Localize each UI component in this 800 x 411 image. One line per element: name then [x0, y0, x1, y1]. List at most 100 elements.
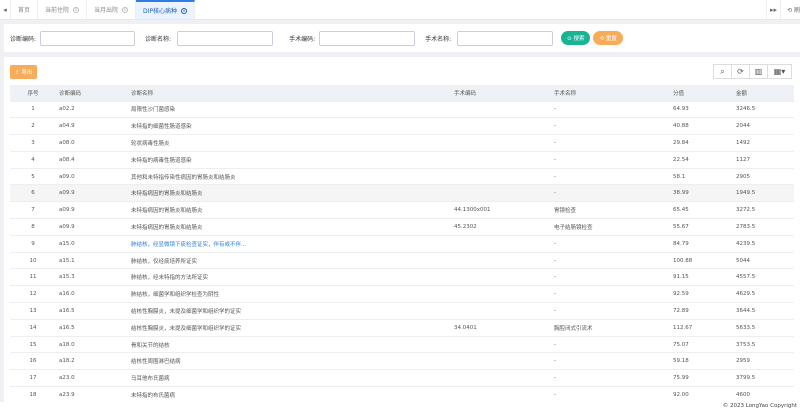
- table-body: 1 a02.2 局限性沙门菌感染 -64.93 3246.5 2 a04.9 未特指的细菌性肠…: [10, 100, 794, 402]
- table-cell-dcode: a15.3: [56, 268, 128, 286]
- table-cell-ocode: [451, 302, 551, 320]
- tab-scroll-right-button[interactable]: ▸▸: [766, 0, 780, 19]
- table-cell-dname: 骨和关节的结核: [128, 335, 451, 353]
- table-row[interactable]: 2 a04.9 未特指的细菌性肠道感染 -40.88 2044: [10, 117, 794, 135]
- tab-close-icon[interactable]: ×: [122, 6, 129, 13]
- reset-button[interactable]: ⟲ 重置: [593, 31, 623, 45]
- table-row[interactable]: 7 a09.9 未特指病因的胃肠炎和结肠炎 44.1300x001 胃镜检查 65.45 3…: [10, 201, 794, 219]
- table-row[interactable]: 17 a23.0 马耳他布氏菌病 -75.99 3799.5: [10, 369, 794, 387]
- table-cell-score: 100.88: [670, 251, 733, 269]
- table-cell-ocode: [451, 369, 551, 387]
- diagnosis-name-link[interactable]: 肺结核，经显微镜下痰检查证实，伴有或不伴...: [131, 242, 246, 248]
- table-row[interactable]: 8 a09.9 未特指病因的胃肠炎和结肠炎 45.2302 电子结肠镜检查 55.67 27…: [10, 218, 794, 236]
- table-cell-oname: -: [551, 150, 670, 169]
- table-cell-oname: -: [551, 302, 670, 320]
- operation-name-input[interactable]: [457, 30, 554, 46]
- tab-close-icon[interactable]: ×: [73, 6, 80, 13]
- operation-name-label: 手术名称:: [425, 35, 452, 43]
- table-cell-dname: 未特指的病毒性肠道感染: [128, 150, 451, 169]
- table-row[interactable]: 15 a18.0 骨和关节的结核 -75.07 3753.5: [10, 335, 794, 353]
- table-row[interactable]: 5 a09.0 其他和未特指传染性病因的胃肠炎和结肠炎 -58.1 2905: [10, 167, 794, 185]
- table-row[interactable]: 18 a23.9 未特指的布氏菌病 -92.00 4600: [10, 386, 794, 402]
- tab-scroll-left-button[interactable]: ◂: [0, 0, 11, 19]
- tab-label: DIP核心病种: [143, 8, 178, 15]
- tab-label: 首页: [18, 7, 31, 14]
- table-row[interactable]: 4 a08.4 未特指的病毒性肠道感染 -22.54 1127: [10, 150, 794, 169]
- table-cell-dcode: a16.5: [56, 302, 128, 320]
- table-cell-oname: -: [551, 285, 670, 303]
- table-cell-oname: -: [551, 134, 670, 152]
- table-cell-amount: 1492: [733, 134, 794, 152]
- table-cell-amount: 3272.5: [733, 201, 794, 219]
- col-header-operation-code[interactable]: 手术编码: [451, 85, 551, 101]
- table-cell-no: 3: [10, 134, 56, 152]
- table-cell-dname: 未特指的细菌性肠道感染: [128, 117, 451, 135]
- table-cell-amount: 3644.5: [733, 302, 794, 320]
- refresh-tab-button[interactable]: ⟲ 刷: [780, 0, 800, 19]
- table-cell-ocode: [451, 100, 551, 118]
- table-row[interactable]: 10 a15.1 肺结核，仅经痰培养所证实 -100.88 5044: [10, 251, 794, 269]
- table-cell-no: 4: [10, 150, 56, 169]
- table-row[interactable]: 9 a15.0 肺结核，经显微镜下痰检查证实，伴有或不伴... -84.79 4239.…: [10, 234, 794, 253]
- tab-current-inpatient[interactable]: 当前住院 ×: [38, 0, 88, 19]
- col-header-operation-name[interactable]: 手术名称: [551, 85, 670, 101]
- table-cell-amount: 3246.5: [733, 100, 794, 118]
- grid-options-icon[interactable]: ▦▾: [767, 64, 792, 79]
- col-header-amount[interactable]: 金额: [733, 85, 794, 101]
- tab-monthly-discharge[interactable]: 当月出院 ×: [87, 0, 137, 19]
- table-cell-dcode: a08.4: [56, 150, 128, 169]
- table-row[interactable]: 14 a16.5 结核性胸膜炎，未提及细菌学和组织学的证实 34.0401 胸腔闭式引流…: [10, 318, 794, 337]
- tab-home[interactable]: 首页: [11, 0, 39, 19]
- table-row[interactable]: 12 a16.0 肺结核，细菌学和组织学检查为阴性 -92.59 4629.5: [10, 285, 794, 303]
- table-row[interactable]: 6 a09.9 未特指病因的胃肠炎和结肠炎 -38.99 1949.5: [10, 184, 794, 202]
- table-cell-no: 10: [10, 251, 56, 269]
- table-cell-amount: 1949.5: [733, 184, 794, 202]
- export-button[interactable]: ⇪ 导出: [10, 65, 38, 79]
- table-cell-oname: -: [551, 369, 670, 387]
- table-toolbar: ⌕ ⟳ ▥ ▦▾: [713, 64, 792, 79]
- tab-dip-core-disease[interactable]: DIP核心病种 ×: [136, 0, 196, 19]
- table-cell-oname: 胃镜检查: [551, 201, 670, 219]
- table-cell-amount: 2959: [733, 352, 794, 370]
- table-cell-dname: 肺结核，仅经痰培养所证实: [128, 251, 451, 269]
- table-row[interactable]: 3 a08.0 轮状病毒性肠炎 -29.84 1492: [10, 134, 794, 152]
- col-header-diagnosis-code[interactable]: 诊断编码: [56, 85, 128, 101]
- table-cell-amount: 5633.5: [733, 318, 794, 337]
- search-panel: 诊断编码: 诊断名称: 手术编码: 手术名称: ⊙ 搜索 ⟲ 重置: [4, 24, 800, 52]
- table-cell-oname: -: [551, 234, 670, 253]
- table-cell-score: 58.1: [670, 167, 733, 185]
- col-header-diagnosis-name[interactable]: 诊断名称: [128, 85, 451, 101]
- table-row[interactable]: 11 a15.3 肺结核，经未特指的方法所证实 -91.15 4557.5: [10, 268, 794, 286]
- table-cell-score: 72.89: [670, 302, 733, 320]
- table-row[interactable]: 13 a16.5 结核性胸膜炎，未提及细菌学和组织学的证实 -72.89 3644.5: [10, 302, 794, 320]
- tab-label: 当前住院: [45, 7, 70, 14]
- columns-icon[interactable]: ▥: [749, 64, 768, 79]
- table-cell-no: 15: [10, 335, 56, 353]
- table-row[interactable]: 16 a18.2 结核性周围淋巴结病 -59.18 2959: [10, 352, 794, 370]
- table-cell-score: 59.18: [670, 352, 733, 370]
- diagnosis-code-input[interactable]: [40, 30, 136, 46]
- table-cell-dname: 结核性胸膜炎，未提及细菌学和组织学的证实: [128, 318, 451, 337]
- table-cell-ocode: 45.2302: [451, 218, 551, 236]
- col-header-no[interactable]: 序号: [10, 85, 56, 101]
- table-cell-oname: -: [551, 251, 670, 269]
- table-cell-no: 9: [10, 234, 56, 253]
- col-header-score[interactable]: 分值: [670, 85, 733, 101]
- table-cell-dname: 马耳他布氏菌病: [128, 369, 451, 387]
- refresh-icon[interactable]: ⟳: [731, 64, 750, 79]
- search-button[interactable]: ⊙ 搜索: [561, 31, 591, 45]
- table-cell-score: 112.67: [670, 318, 733, 337]
- table-cell-score: 55.67: [670, 218, 733, 236]
- operation-code-input[interactable]: [319, 30, 416, 46]
- table-cell-dcode: a04.9: [56, 117, 128, 135]
- table-cell-ocode: [451, 386, 551, 402]
- table-cell-oname: -: [551, 335, 670, 353]
- table-cell-no: 8: [10, 218, 56, 236]
- diagnosis-name-input[interactable]: [177, 30, 274, 46]
- table-cell-no: 2: [10, 117, 56, 135]
- table-cell-ocode: 44.1300x001: [451, 201, 551, 219]
- table-row[interactable]: 1 a02.2 局限性沙门菌感染 -64.93 3246.5: [10, 100, 794, 118]
- tab-close-icon[interactable]: ×: [181, 7, 188, 14]
- table-cell-no: 14: [10, 318, 56, 337]
- search-icon[interactable]: ⌕: [713, 64, 732, 79]
